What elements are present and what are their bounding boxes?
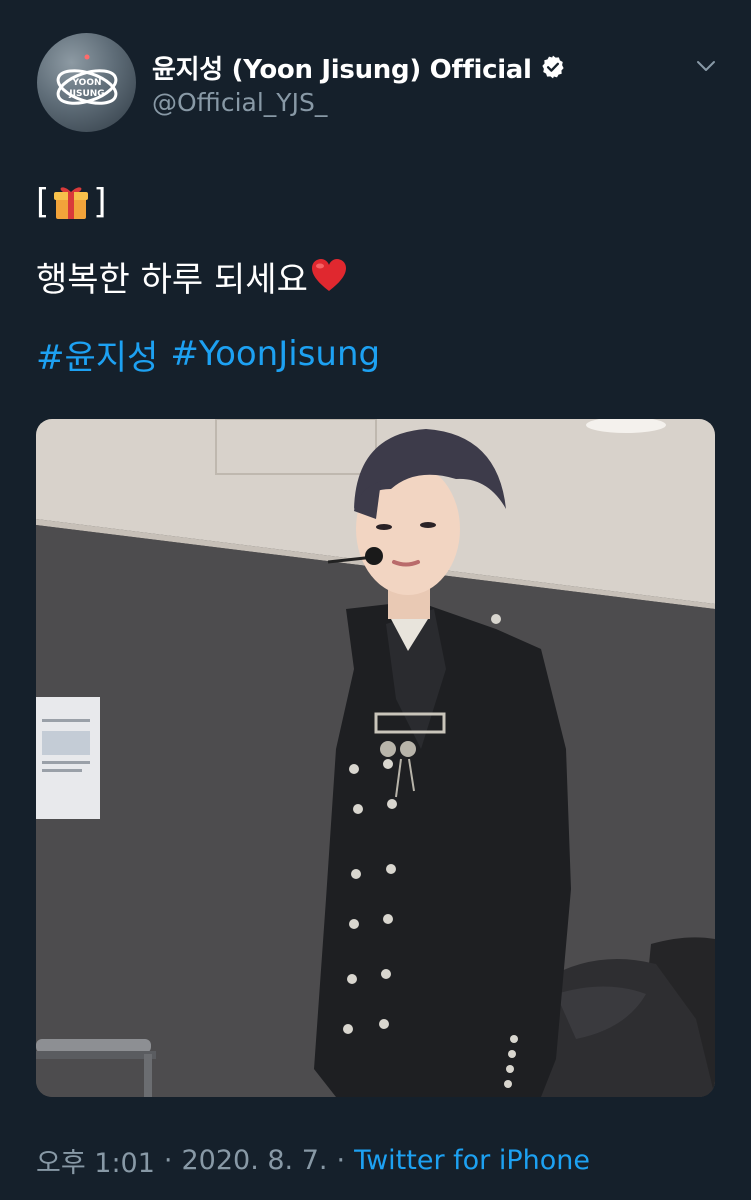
gift-icon xyxy=(51,182,91,222)
tweet-meta: 오후 1:01 · 2020. 8. 7. · Twitter for iPho… xyxy=(36,1140,590,1180)
verified-badge-icon xyxy=(540,54,566,80)
author-name-row[interactable]: 윤지성 (Yoon Jisung) Official xyxy=(152,49,566,86)
photo-scene xyxy=(36,419,715,1097)
avatar-logo-icon: YOON JISUNG xyxy=(56,54,118,105)
bracket-open: [ xyxy=(36,182,50,222)
tweet-date[interactable]: 2020. 8. 7. xyxy=(182,1145,328,1176)
tweet-photo[interactable] xyxy=(36,419,715,1097)
avatar-text-2: JISUNG xyxy=(68,89,104,99)
hashtag-link[interactable]: #YoonJisung xyxy=(170,334,380,374)
bracket-close: ] xyxy=(93,182,107,222)
tweet-source-link[interactable]: Twitter for iPhone xyxy=(354,1145,590,1176)
separator: · xyxy=(336,1144,346,1176)
tweet-message: 행복한 하루 되세요 xyxy=(36,259,308,300)
tweet-gift-line: [ ] xyxy=(36,178,107,226)
author-avatar[interactable]: YOON JISUNG xyxy=(37,33,136,132)
author-display-name[interactable]: 윤지성 (Yoon Jisung) Official xyxy=(152,49,532,86)
hashtag-link[interactable]: #윤지성 xyxy=(36,330,158,379)
author-handle[interactable]: @Official_YJS_ xyxy=(152,88,327,117)
separator: · xyxy=(163,1144,173,1176)
tweet-time[interactable]: 오후 1:01 xyxy=(36,1141,155,1180)
heart-icon xyxy=(310,257,348,295)
tweet-message-line: 행복한 하루 되세요 xyxy=(36,252,348,300)
avatar-text-1: YOON xyxy=(71,78,101,88)
tweet-card: YOON JISUNG 윤지성 (Yoon Jisung) Official @… xyxy=(0,0,751,1200)
chevron-down-icon[interactable] xyxy=(694,54,718,78)
tweet-hashtags: #윤지성 #YoonJisung xyxy=(36,330,392,378)
